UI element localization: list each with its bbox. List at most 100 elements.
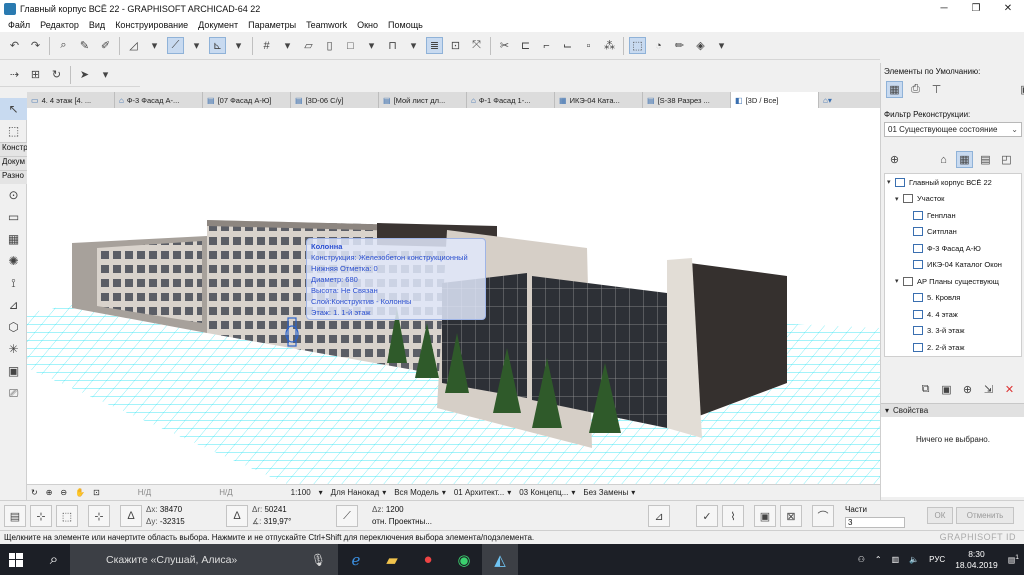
arc-icon[interactable]: ⌒ [812,505,834,527]
delete-icon[interactable]: ✕ [1001,381,1018,398]
zoom-in-icon[interactable]: ⊕ [42,488,57,497]
fit-icon[interactable]: ⊡ [89,488,104,497]
tab-overflow-menu[interactable]: ⌂▾ [819,92,857,108]
arrow-tool-icon[interactable]: ↖ [0,98,27,120]
tab-3d-06[interactable]: ▤ [3D-06 C/у] [291,92,379,108]
tree-item-sitplan[interactable]: Ситплан [885,224,1021,241]
arrow-select-icon[interactable]: ⇢ [6,66,23,83]
figure-tool-icon[interactable]: ▣ [0,360,27,382]
marquee-tool-icon[interactable]: ⬚ [0,120,27,142]
offset-icon[interactable]: ▫ [580,37,597,54]
tab-facade-07[interactable]: ▤ [07 Фасад А-Ю] [203,92,291,108]
dropdown-icon[interactable]: ▾ [363,37,380,54]
clone-icon[interactable]: ⊕ [959,381,976,398]
3d-style-icon[interactable]: ◈ [692,37,709,54]
tab-3d-all[interactable]: ◧ [3D / Все] [731,92,819,108]
language-indicator[interactable]: РУС [924,555,950,564]
cross-icon[interactable]: ⤧ [468,37,485,54]
guide-line-icon[interactable]: ⟋ [167,37,184,54]
model-view-select[interactable]: Вся Модель ▾ [390,488,450,497]
lamp-tool-icon[interactable]: ✺ [0,250,27,272]
delta-icon[interactable]: Δ [120,505,142,527]
menu-help[interactable]: Помощь [383,20,428,30]
scale-select[interactable]: 1:100 ▾ [287,488,327,497]
trace-icon[interactable]: ≣ [426,37,443,54]
layer-combo-select[interactable]: 01 Архитект... ▾ [450,488,515,497]
zoom-icon[interactable]: ⊞ [27,66,44,83]
maximize-button[interactable]: ❐ [960,0,992,17]
clock[interactable]: 8:30 18.04.2019 [950,549,1003,571]
tab-my-sheet[interactable]: ▤ [Мой лист дл... [379,92,467,108]
marquee-icon[interactable]: ⬚ [629,37,646,54]
fillet-icon[interactable]: ⌙ [559,37,576,54]
ruler-icon[interactable]: ◿ [125,37,142,54]
object-tool-icon[interactable]: ▭ [0,206,27,228]
defaults-print-icon[interactable]: ⎙ [907,81,924,98]
reference-level-select[interactable]: отн. Проектны... [372,517,432,526]
defaults-grid-icon[interactable]: ▦ [886,81,903,98]
tab-facade-f3[interactable]: ⌂ Ф-3 Фасад А-... [115,92,203,108]
edge-browser-icon[interactable]: ℯ [338,544,374,575]
find-select-icon[interactable]: ⌕ [55,37,72,54]
dy-field[interactable]: Δy: -32315 [146,517,185,526]
volume-icon[interactable]: 🔈 [904,555,924,564]
grid-element-icon[interactable]: ▦ [0,228,27,250]
orbit-icon[interactable]: ↻ [48,66,65,83]
tab-4-floor[interactable]: ▭ 4. 4 этаж [4. ... [27,92,115,108]
tab-facade-f1[interactable]: ⌂ Ф-1 Фасад 1-... [467,92,555,108]
toolbox-group-more[interactable]: Разно [0,170,27,184]
windows-start-icon[interactable] [0,544,32,575]
whatsapp-icon[interactable]: ◉ [446,544,482,575]
eyedropper-icon[interactable]: ✎ [76,37,93,54]
dropdown-icon[interactable]: ▾ [405,37,422,54]
dr-field[interactable]: Δr: 50241 [252,505,287,514]
menu-edit[interactable]: Редактор [35,20,84,30]
dropdown-icon[interactable]: ▾ [279,37,296,54]
defaults-tree-icon[interactable]: ⊤ [928,81,945,98]
settings-icon[interactable]: ▤ [4,505,26,527]
grid-icon[interactable]: # [258,37,275,54]
view-map-icon[interactable]: ▦ [956,151,973,168]
delta-r-icon[interactable]: Δ [226,505,248,527]
angle-field[interactable]: ∡: 319,97° [252,517,291,526]
undo-icon[interactable]: ↶ [6,37,23,54]
split-icon[interactable]: ✂ [496,37,513,54]
overrides-select[interactable]: Для Нанокад ▾ [327,488,391,497]
toolbox-group-document[interactable]: Докум [0,156,27,170]
pen-icon[interactable]: ✏ [671,37,688,54]
lock-icon[interactable]: ⊓ [384,37,401,54]
dropdown-icon[interactable]: ▾ [146,37,163,54]
menu-design[interactable]: Конструирование [110,20,193,30]
camera-tool-icon[interactable]: ⎚ [0,382,27,404]
layout-book-icon[interactable]: ▤ [977,151,994,168]
mesh-tool-icon[interactable]: ⊿ [0,294,27,316]
coord-icon[interactable]: ⊹ [88,505,110,527]
marquee-icon[interactable]: ⬚ [56,505,78,527]
graphisoft-id-brand[interactable]: GRAPHISOFT ID [940,532,1016,542]
menu-window[interactable]: Окно [352,20,383,30]
cancel-button[interactable]: Отменить [956,507,1014,524]
menu-teamwork[interactable]: Teamwork [301,20,352,30]
line-tool-icon[interactable]: ⟋ [336,505,358,527]
tree-item-project[interactable]: ▾ Главный корпус ВСЁ 22 [885,174,1021,191]
tab-ike-04[interactable]: ▦ ИКЭ-04 Ката... [555,92,643,108]
tree-item-genplan[interactable]: Генплан [885,207,1021,224]
navigator-options-icon[interactable]: ⊕ [886,151,903,168]
snap-icon[interactable]: ⊾ [209,37,226,54]
parts-input[interactable]: 3 [845,517,905,528]
menu-view[interactable]: Вид [84,20,110,30]
menu-options[interactable]: Параметры [243,20,301,30]
adjust-icon[interactable]: ⊏ [517,37,534,54]
toolbox-group-design[interactable]: Констр [0,142,28,156]
menu-document[interactable]: Документ [193,20,243,30]
suspend-groups-icon[interactable]: ▯ [321,37,338,54]
intersect-icon[interactable]: ⌐ [538,37,555,54]
tree-item-site[interactable]: ▾ Участок [885,191,1021,208]
box-icon[interactable]: □ [342,37,359,54]
zone-tool-icon[interactable]: ⬡ [0,316,27,338]
archicad-taskbar-icon[interactable]: ◭ [482,544,518,575]
zoom-out-icon[interactable]: ⊖ [56,488,71,497]
frame-icon[interactable]: ▣ [754,505,776,527]
tree-item-floor-3[interactable]: 3. 3-й этаж [885,323,1021,340]
morph-tool-icon[interactable]: ⟟ [0,272,27,294]
